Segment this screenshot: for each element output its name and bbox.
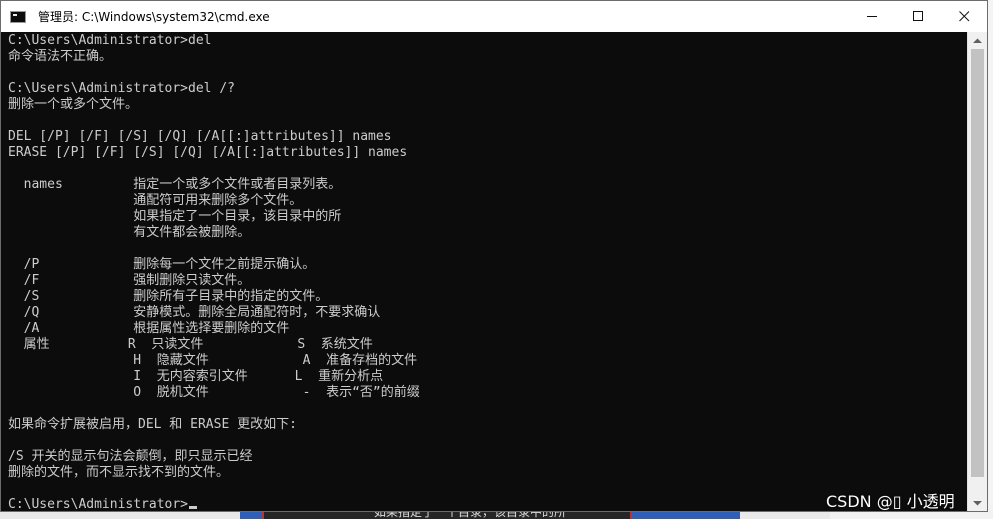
console-line: /S 开关的显示句法会颠倒，即只显示已经 xyxy=(8,449,253,464)
console-line: 如果命令扩展被启用，DEL 和 ERASE 更改如下: xyxy=(8,417,297,432)
console-line: C:\Users\Administrator>del xyxy=(8,33,212,48)
maximize-icon xyxy=(912,11,923,21)
console-line: 属性 R 只读文件 S 系统文件 xyxy=(8,337,373,352)
screen: 今 u ux 和 u u 备 ux 普 lu liu 如果指定了一个目录，该目录… xyxy=(0,0,993,519)
prompt-line[interactable]: C:\Users\Administrator> xyxy=(8,497,198,511)
console-line: 通配符可用来删除多个文件。 xyxy=(8,193,303,208)
scroll-thumb[interactable] xyxy=(971,49,984,477)
console-icon[interactable] xyxy=(10,10,26,23)
console-output[interactable]: C:\Users\Administrator>del 命令语法不正确。 C:\U… xyxy=(1,32,967,511)
console-line: /Q 安静模式。删除全局通配符时，不要求确认 xyxy=(8,305,381,320)
vertical-scrollbar[interactable] xyxy=(967,32,987,511)
console-line: 删除的文件，而不显示找不到的文件。 xyxy=(8,465,230,480)
console-line: 有文件都会被删除。 xyxy=(8,225,251,240)
close-icon xyxy=(958,11,969,22)
console-line: /S 删除所有子目录中的指定的文件。 xyxy=(8,289,329,304)
prompt-text: C:\Users\Administrator> xyxy=(8,497,189,511)
window-title: 管理员: C:\Windows\system32\cmd.exe xyxy=(38,10,270,24)
console-line: I 无内容索引文件 L 重新分析点 xyxy=(8,369,384,384)
console-line: 如果指定了一个目录，该目录中的所 xyxy=(8,209,342,224)
console-line: /P 删除每一个文件之前提示确认。 xyxy=(8,257,316,272)
cmd-window[interactable]: 管理员: C:\Windows\system32\cmd.exe C:\User… xyxy=(0,0,988,512)
console-line: DEL [/P] [/F] [/S] [/Q] [/A[[:]attribute… xyxy=(8,129,392,144)
console-line: C:\Users\Administrator>del /? xyxy=(8,81,235,96)
console-line: O 脱机文件 - 表示“否”的前缀 xyxy=(8,385,420,400)
maximize-button[interactable] xyxy=(895,1,941,32)
console-line: names 指定一个或多个文件或者目录列表。 xyxy=(8,177,342,192)
csdn-watermark: CSDN @▯ 小透明 xyxy=(826,492,955,511)
console-line: ERASE [/P] [/F] [/S] [/Q] [/A[[:]attribu… xyxy=(8,145,408,160)
window-controls xyxy=(849,1,987,32)
console-line: 命令语法不正确。 xyxy=(8,49,113,64)
console-line: /F 强制删除只读文件。 xyxy=(8,273,251,288)
minimize-icon xyxy=(866,16,877,17)
console-line: /A 根据属性选择要删除的文件 xyxy=(8,321,290,336)
chevron-down-icon xyxy=(973,500,982,505)
console-line: H 隐藏文件 A 准备存档的文件 xyxy=(8,353,418,368)
close-button[interactable] xyxy=(941,1,987,32)
text-cursor xyxy=(189,506,198,509)
title-bar[interactable]: 管理员: C:\Windows\system32\cmd.exe xyxy=(1,1,987,32)
scroll-down-button[interactable] xyxy=(968,494,987,511)
chevron-up-icon xyxy=(973,38,982,43)
console-line: 删除一个或多个文件。 xyxy=(8,97,139,112)
minimize-button[interactable] xyxy=(849,1,895,32)
scroll-up-button[interactable] xyxy=(968,32,987,49)
